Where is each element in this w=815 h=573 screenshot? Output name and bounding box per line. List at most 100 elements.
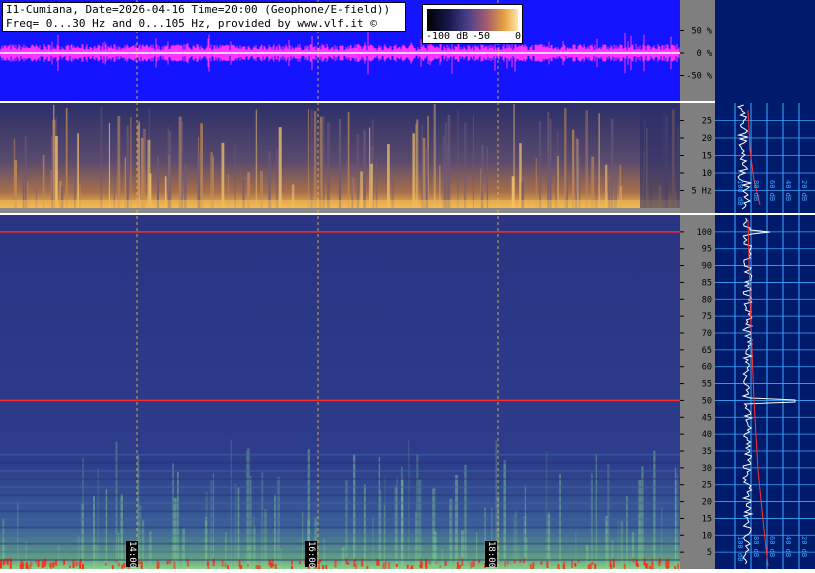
- spectrogram-main-lowfreq-blob: [646, 563, 649, 571]
- spectrogram-low-streak: [221, 142, 225, 208]
- spectrogram-main-lowfreq-blob: [529, 564, 532, 573]
- spectrogram-main-panel: [0, 215, 680, 569]
- main-tick-label: 85: [702, 278, 712, 288]
- main-tick-label: 90: [702, 262, 712, 272]
- spectrogram-main-lowfreq-blob: [428, 560, 431, 565]
- spectrogram-main-streak: [234, 483, 236, 569]
- spectrogram-main-band: [0, 478, 680, 480]
- spectrogram-low-streak: [319, 122, 321, 208]
- spectrogram-low-streak: [555, 150, 557, 208]
- spectrogram-main-band: [0, 486, 680, 489]
- spectrogram-main-band: [0, 510, 680, 513]
- spectrogram-main-streak: [274, 494, 276, 569]
- spectrogram-main-lowfreq-blob: [456, 561, 459, 570]
- main-tick-label: 95: [702, 245, 712, 255]
- spectrogram-main-lowfreq-blob: [166, 560, 169, 565]
- spectrogram-low-quiet: [640, 103, 680, 208]
- spectrogram-main-streak: [149, 531, 152, 569]
- spectrogram-main-lowfreq-blob: [52, 562, 55, 568]
- spectrogram-low-streak: [50, 146, 53, 208]
- spectrogram-main-lowfreq-blob: [591, 562, 594, 565]
- spectrogram-main-streak: [57, 544, 60, 569]
- spectrogram-low-streak: [347, 111, 350, 208]
- spectrogram-main-lowfreq-blob: [504, 560, 507, 567]
- spectrogram-low-streak: [363, 130, 366, 208]
- spectrogram-main-lowfreq-blob: [651, 562, 654, 572]
- spectrogram-low-streak: [55, 136, 58, 208]
- spectrogram-main-lowfreq-blob: [444, 561, 447, 566]
- spectrogram-main-streak: [105, 489, 108, 569]
- spectrogram-low-streak: [369, 127, 371, 208]
- spectrogram-main-lowfreq-blob: [117, 562, 120, 567]
- spectrogram-main-lowfreq-blob: [594, 563, 597, 572]
- spectrogram-main-lowfreq-blob: [589, 563, 592, 569]
- main-tick-label: 50: [702, 396, 712, 406]
- spectrogram-main-lowfreq-blob: [272, 563, 275, 567]
- main-tick-label: 75: [702, 312, 712, 322]
- side-db-label-top: 60 dB: [768, 180, 776, 201]
- spectrogram-main-band: [0, 518, 680, 521]
- waveform-tick-label: 0 %: [697, 49, 712, 59]
- spectrogram-low-streak: [143, 128, 146, 208]
- colorbar-legend: -100 dB -50 0: [422, 4, 523, 44]
- spectrogram-low-streak: [77, 133, 79, 208]
- spectrogram-main-streak: [464, 465, 467, 569]
- colorbar-gradient: [427, 9, 518, 31]
- spectrogram-main-streak: [449, 498, 453, 569]
- side-spectrum-top: [715, 0, 815, 213]
- spectrogram-low-streak: [275, 148, 279, 208]
- main-tick-label: 10: [702, 531, 712, 541]
- main-tick-label: 80: [702, 295, 712, 305]
- spectrogram-main-band: [0, 502, 680, 505]
- spectrogram-low-streak: [310, 109, 313, 208]
- main-tick-label: 40: [702, 430, 712, 440]
- side-spectrum-bottom: [715, 215, 815, 569]
- waveform-tick-label: 50 %: [692, 27, 712, 37]
- spectrogram-main-streak: [173, 497, 177, 569]
- spectrogram-main-lowfreq-blob: [557, 564, 560, 571]
- spectrogram-main-streak: [605, 516, 608, 569]
- spectrogram-low-streak: [464, 122, 467, 208]
- spectrogram-main-lowfreq-blob: [411, 565, 414, 569]
- spectrogram-low-streak: [572, 129, 575, 208]
- spectrogram-main-streak: [379, 490, 382, 569]
- waveform-tick-label: -50 %: [686, 72, 712, 82]
- spectrogram-low-streak: [178, 116, 182, 208]
- spectrogram-main-band: [0, 494, 680, 497]
- spectrogram-main-band: [0, 469, 680, 472]
- spectrogram-main-lowfreq-blob: [355, 563, 358, 569]
- spectrogram-low-streak: [322, 115, 325, 208]
- spectrogram-low-streak: [564, 108, 567, 208]
- spectrogram-canvas: 50 %0 %-50 % 252015105 Hz 10095908580757…: [0, 0, 815, 573]
- spectrogram-main-streak: [345, 480, 348, 569]
- main-tick-label: 25: [702, 481, 712, 491]
- main-tick-label: 45: [702, 413, 712, 423]
- spectrogram-main-lowfreq-blob: [123, 563, 126, 568]
- spectrogram-main-streak: [559, 473, 561, 569]
- separator-bar: [0, 101, 715, 103]
- time-marker-2: 16:00: [305, 541, 317, 569]
- spectrogram-main-lowfreq-blob: [382, 562, 385, 570]
- spectrogram-low-streak: [268, 151, 271, 208]
- spectrogram-main-lowfreq-blob: [571, 560, 574, 568]
- spectrogram-main-band: [0, 453, 680, 456]
- spectrogram-low-streak: [539, 121, 542, 208]
- spectrogram-main-lowfreq-blob: [156, 564, 159, 571]
- spectrogram-main-lowfreq-blob: [472, 560, 475, 567]
- spectrogram-main-lowfreq-blob: [677, 563, 680, 572]
- time-marker-3: 18:00: [485, 541, 497, 569]
- spectrogram-main-lowfreq-blob: [78, 562, 81, 565]
- spectrogram-main-lowfreq-blob: [227, 565, 229, 571]
- spectrogram-main-lowfreq-blob: [21, 560, 24, 567]
- vlf-monitor: 50 % 0 % -50 % 25 20 15 10 5 Hz 100 95 90 85 80 75 7…: [0, 0, 815, 573]
- side-db-label-top: 80 dB: [752, 180, 760, 201]
- spectrogram-low-streak: [387, 144, 390, 208]
- spectrogram-main-band: [0, 534, 680, 537]
- spectrogram-main-lowfreq-blob: [334, 559, 337, 568]
- spectrogram-main-band: [0, 461, 680, 464]
- main-tick-label: 20: [702, 498, 712, 508]
- spectrogram-main-lowfreq-blob: [247, 564, 249, 567]
- low-tick-label: 10: [702, 169, 712, 179]
- main-tick-label: 35: [702, 447, 712, 457]
- spectrogram-main-lowfreq-blob: [207, 562, 210, 572]
